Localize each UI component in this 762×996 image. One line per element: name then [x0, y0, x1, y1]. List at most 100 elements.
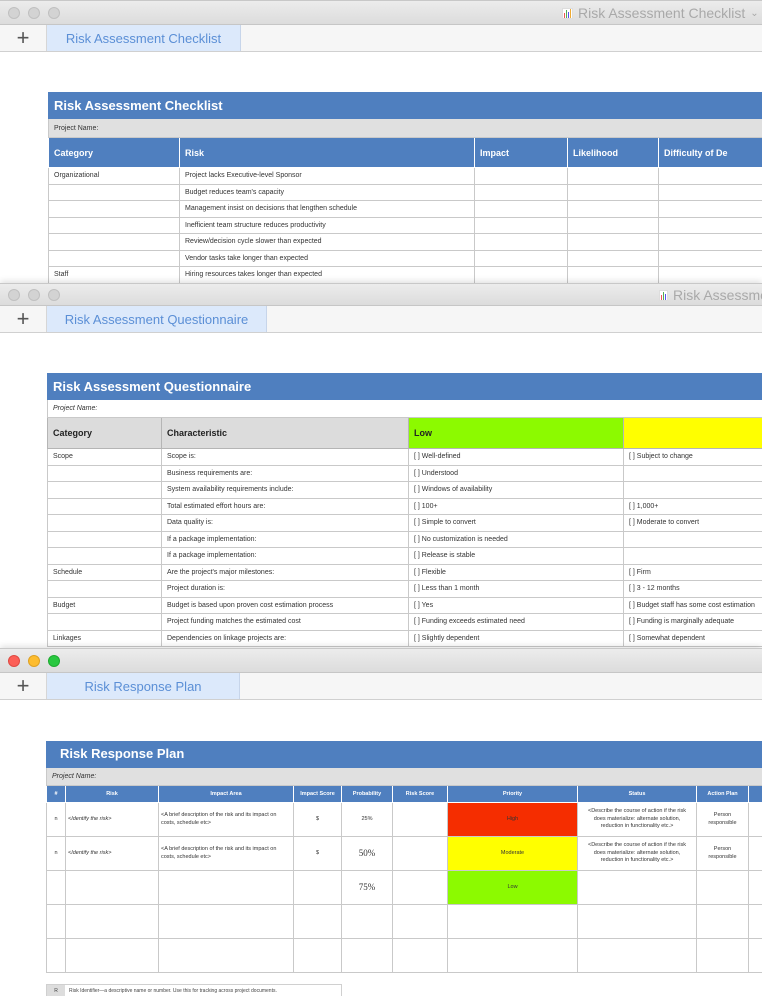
project-name-field[interactable]: Project Name:: [48, 118, 762, 138]
table-cell[interactable]: [ ] Windows of availability: [408, 481, 624, 499]
table-cell[interactable]: Dependencies on linkage projects are:: [161, 629, 409, 647]
table-cell[interactable]: [47, 580, 162, 598]
table-cell[interactable]: Schedule: [47, 563, 162, 581]
table-cell[interactable]: [474, 233, 568, 251]
table-cell[interactable]: [ ] Moderate to convert: [622, 514, 762, 532]
table-cell[interactable]: [392, 802, 448, 837]
table-cell[interactable]: [622, 481, 762, 499]
table-cell[interactable]: n: [46, 802, 66, 837]
column-header[interactable]: Probability: [341, 785, 393, 803]
table-cell[interactable]: [622, 530, 762, 548]
zoom-button[interactable]: [48, 289, 60, 301]
chevron-down-icon[interactable]: ⌄: [750, 8, 758, 19]
table-cell[interactable]: [658, 266, 762, 283]
table-cell[interactable]: [ ] Funding is marginally adequate: [622, 613, 762, 631]
column-header[interactable]: Med: [622, 417, 762, 449]
column-header[interactable]: Impact Area: [158, 785, 294, 803]
table-cell[interactable]: If a package implementation:: [161, 530, 409, 548]
table-cell[interactable]: [748, 870, 762, 905]
table-cell[interactable]: N: [748, 836, 762, 871]
table-cell[interactable]: 50%: [341, 836, 393, 871]
table-cell[interactable]: [567, 266, 659, 283]
table-cell[interactable]: [47, 464, 162, 482]
table-cell[interactable]: [658, 200, 762, 218]
table-cell[interactable]: [567, 167, 659, 185]
table-cell[interactable]: [658, 249, 762, 267]
column-header[interactable]: Risk: [65, 785, 159, 803]
table-cell[interactable]: [158, 938, 294, 973]
table-cell[interactable]: [ ] Well-defined: [408, 448, 624, 466]
table-cell[interactable]: [ ] Simple to convert: [408, 514, 624, 532]
table-cell[interactable]: n: [46, 836, 66, 871]
table-cell[interactable]: [ ] 100+: [408, 497, 624, 515]
table-cell[interactable]: [47, 514, 162, 532]
table-cell[interactable]: Management insist on decisions that leng…: [179, 200, 475, 218]
title-bar[interactable]: Risk Assessment Checklist ⌄: [0, 1, 762, 25]
table-cell[interactable]: [341, 904, 393, 939]
table-cell[interactable]: Total estimated effort hours are:: [161, 497, 409, 515]
table-cell[interactable]: If a package implementation:: [161, 547, 409, 565]
table-cell[interactable]: [48, 233, 180, 251]
table-cell[interactable]: [65, 938, 159, 973]
table-cell[interactable]: [ ] Understood: [408, 464, 624, 482]
close-button[interactable]: [8, 289, 20, 301]
project-name-field[interactable]: Project Name:: [46, 767, 762, 786]
table-cell[interactable]: [392, 904, 448, 939]
table-cell[interactable]: [474, 200, 568, 218]
table-cell[interactable]: [65, 904, 159, 939]
table-cell[interactable]: [46, 938, 66, 973]
table-cell[interactable]: Vendor tasks take longer than expected: [179, 249, 475, 267]
column-header[interactable]: A: [748, 785, 762, 803]
column-header[interactable]: Difficulty of De: [658, 137, 762, 168]
table-cell[interactable]: [47, 613, 162, 631]
table-cell[interactable]: [658, 183, 762, 201]
table-cell[interactable]: [474, 216, 568, 234]
title-bar[interactable]: Risk Assessment Questionnaire: [0, 284, 762, 306]
table-cell[interactable]: Hiring resources takes longer than expec…: [179, 266, 475, 283]
table-cell[interactable]: [658, 216, 762, 234]
table-cell[interactable]: [474, 266, 568, 283]
table-cell[interactable]: <Describe the course of action if the ri…: [577, 802, 697, 837]
table-cell[interactable]: [ ] Release is stable: [408, 547, 624, 565]
table-cell[interactable]: System availability requirements include…: [161, 481, 409, 499]
minimize-button[interactable]: [28, 655, 40, 667]
column-header[interactable]: Risk Score: [392, 785, 448, 803]
table-cell[interactable]: [ ] Funding exceeds estimated need: [408, 613, 624, 631]
table-cell[interactable]: [48, 216, 180, 234]
table-cell[interactable]: [48, 249, 180, 267]
table-cell[interactable]: [658, 233, 762, 251]
title-bar[interactable]: [0, 649, 762, 673]
project-name-field[interactable]: Project Name:: [46, 399, 762, 418]
table-cell[interactable]: [622, 547, 762, 565]
table-cell[interactable]: High: [447, 802, 578, 837]
table-cell[interactable]: [ ] No customization is needed: [408, 530, 624, 548]
table-cell[interactable]: Person responsible: [696, 836, 749, 871]
table-cell[interactable]: [577, 870, 697, 905]
column-header[interactable]: Status: [577, 785, 697, 803]
table-cell[interactable]: [748, 904, 762, 939]
table-cell[interactable]: [ ] Less than 1 month: [408, 580, 624, 598]
table-cell[interactable]: [567, 200, 659, 218]
table-cell[interactable]: [447, 904, 578, 939]
minimize-button[interactable]: [28, 7, 40, 19]
table-cell[interactable]: Budget is based upon proven cost estimat…: [161, 596, 409, 614]
table-cell[interactable]: [447, 938, 578, 973]
table-cell[interactable]: Inefficient team structure reduces produ…: [179, 216, 475, 234]
new-tab-button[interactable]: +: [0, 25, 47, 51]
new-tab-button[interactable]: +: [0, 306, 47, 332]
tab-risk-response-plan[interactable]: Risk Response Plan: [47, 673, 240, 699]
table-cell[interactable]: [748, 938, 762, 973]
table-cell[interactable]: [48, 200, 180, 218]
table-cell[interactable]: $: [293, 836, 342, 871]
table-cell[interactable]: [474, 249, 568, 267]
close-button[interactable]: [8, 655, 20, 667]
table-cell[interactable]: [ ] Firm: [622, 563, 762, 581]
table-cell[interactable]: Person responsible: [696, 802, 749, 837]
table-cell[interactable]: Linkages: [47, 629, 162, 647]
minimize-button[interactable]: [28, 289, 40, 301]
table-cell[interactable]: [696, 938, 749, 973]
tab-risk-assessment-questionnaire[interactable]: Risk Assessment Questionnaire: [47, 306, 267, 332]
table-cell[interactable]: [158, 904, 294, 939]
table-cell[interactable]: Budget reduces team's capacity: [179, 183, 475, 201]
table-cell[interactable]: [392, 836, 448, 871]
